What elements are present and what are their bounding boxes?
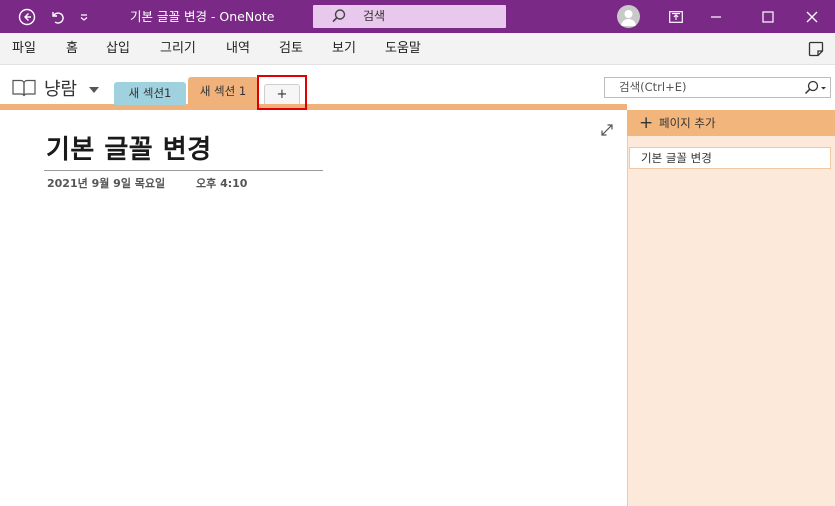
window-title: 기본 글꼴 변경 - OneNote (130, 9, 275, 24)
search-icon (331, 8, 347, 28)
page-date: 2021년 9월 9일 목요일 (47, 177, 166, 190)
close-icon[interactable] (800, 0, 824, 33)
menu-draw[interactable]: 그리기 (160, 33, 196, 65)
notebook-dropdown-icon[interactable] (89, 87, 99, 93)
page-list-item[interactable]: 기본 글꼴 변경 (629, 147, 831, 169)
account-icon[interactable] (617, 5, 640, 28)
sticky-notes-icon[interactable] (808, 41, 824, 61)
back-circle-icon[interactable] (16, 0, 38, 33)
menu-home[interactable]: 홈 (66, 33, 78, 65)
add-page-label: 페이지 추가 (659, 116, 716, 130)
undo-icon[interactable] (46, 0, 68, 33)
add-page-button[interactable]: + 페이지 추가 (627, 110, 835, 136)
page-time: 오후 4:10 (196, 177, 248, 190)
section-tab-1[interactable]: 새 섹션1 (114, 82, 186, 105)
menu-review[interactable]: 검토 (279, 33, 303, 65)
menu-help[interactable]: 도움말 (385, 33, 421, 65)
menu-insert[interactable]: 삽입 (106, 33, 130, 65)
page-title[interactable]: 기본 글꼴 변경 (46, 129, 212, 166)
search-dropdown-icon[interactable] (803, 80, 827, 100)
title-bar: 기본 글꼴 변경 - OneNote 검색 (0, 0, 835, 33)
notebook-icon[interactable] (12, 79, 36, 101)
search-placeholder: 검색(Ctrl+E) (619, 80, 687, 94)
tell-me-search-box[interactable]: 검색 (313, 5, 506, 28)
menu-history[interactable]: 내역 (226, 33, 250, 65)
menu-file[interactable]: 파일 (12, 33, 36, 65)
page-list-pane (627, 110, 835, 506)
title-divider (44, 170, 323, 171)
notebook-search-input[interactable]: 검색(Ctrl+E) (604, 77, 831, 98)
menu-view[interactable]: 보기 (332, 33, 356, 65)
page-list-item-label: 기본 글꼴 변경 (641, 151, 712, 165)
add-icon: + (639, 113, 654, 133)
minimize-icon[interactable] (704, 0, 728, 33)
maximize-icon[interactable] (756, 0, 780, 33)
quick-access-dropdown-icon[interactable] (76, 0, 92, 33)
notebook-name[interactable]: 냥람 (44, 75, 77, 101)
search-label: 검색 (363, 9, 386, 23)
expand-icon[interactable] (600, 122, 614, 141)
menu-bar: 파일 홈 삽입 그리기 내역 검토 보기 도움말 (0, 33, 835, 65)
section-tab-2-active[interactable]: 새 섹션 1 (188, 77, 258, 105)
full-screen-icon[interactable] (664, 0, 688, 33)
highlight-box (257, 75, 307, 110)
